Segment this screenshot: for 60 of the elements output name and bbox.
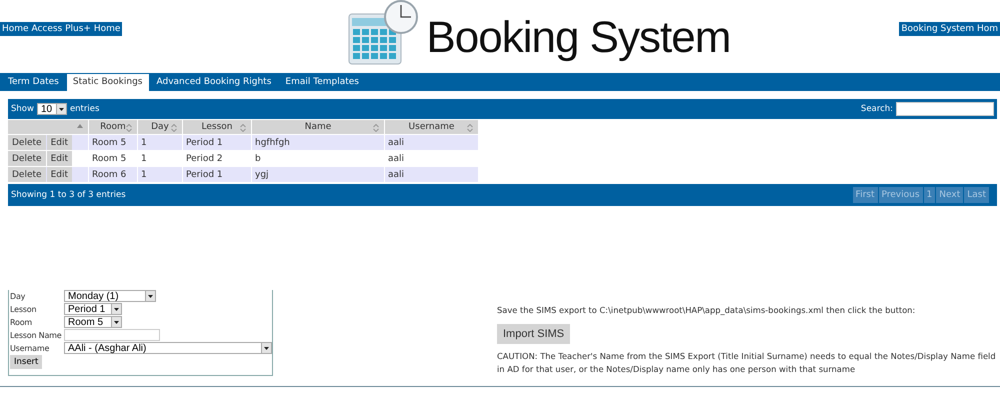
search-field[interactable]	[896, 102, 994, 116]
tab[interactable]: Static Bookings	[66, 74, 148, 91]
column-header[interactable]: Day	[138, 120, 182, 134]
table-cell: 1	[138, 135, 182, 150]
dropdown[interactable]: Room 5	[64, 316, 122, 328]
edit-button[interactable]: Edit	[46, 135, 72, 150]
entries-label: entries	[70, 104, 100, 114]
edit-button[interactable]: Edit	[46, 167, 72, 182]
search-label: Search:	[860, 104, 893, 114]
sort-icon	[126, 124, 132, 132]
page-title: Booking System	[426, 12, 730, 64]
delete-button[interactable]: Delete	[8, 167, 46, 182]
sort-icon	[467, 124, 473, 132]
tab[interactable]: Email Templates	[279, 74, 365, 91]
table-cell: aali	[385, 135, 478, 150]
dropdown-arrow-icon	[261, 343, 271, 353]
field-label: Day	[10, 292, 26, 300]
dropdown[interactable]: Period 1	[64, 303, 122, 315]
column-header[interactable]: Room	[89, 120, 137, 134]
import-button[interactable]: Import SIMS	[497, 324, 570, 344]
table-cell: 1	[138, 167, 182, 182]
delete-button[interactable]: Delete	[8, 151, 46, 166]
insert-button[interactable]: Insert	[10, 355, 42, 369]
dropdown[interactable]: Monday (1)	[64, 290, 156, 302]
dropdown-arrow-icon	[111, 304, 121, 314]
field-label: Room	[10, 318, 33, 326]
delete-button[interactable]: Delete	[8, 135, 46, 150]
show-label: Show	[11, 104, 34, 114]
field-label: Lesson	[10, 304, 38, 314]
column-header[interactable]	[8, 120, 88, 134]
input-field[interactable]	[64, 329, 160, 341]
table-cell: Period 1	[183, 167, 251, 182]
dropdown-arrow-icon	[56, 104, 66, 114]
field-label: Lesson Name	[10, 330, 62, 340]
table-cell: ygj	[252, 167, 384, 182]
home-link[interactable]: Home Access Plus+ Home	[0, 22, 122, 36]
dropdown[interactable]: AAli - (Asghar Ali)	[64, 342, 272, 354]
column-header[interactable]: Name	[252, 120, 384, 134]
instruction-text: Save the SIMS export to C:\inetpub\wwwroot\HAP\app_data\sims-bookings.xml then click the button:	[497, 304, 916, 317]
sort-icon	[373, 124, 379, 132]
tab[interactable]: Term Dates	[2, 74, 65, 91]
tab[interactable]: Advanced Booking Rights	[150, 74, 278, 91]
table-cell: aali	[385, 167, 478, 182]
booking-home-link[interactable]: Booking System Hom	[899, 22, 1000, 36]
table-cell: hgfhfgh	[252, 135, 384, 150]
sort-ascending-icon	[77, 124, 83, 128]
column-header[interactable]: Lesson	[183, 120, 251, 134]
entries-select[interactable]: 10	[36, 103, 67, 115]
table-cell: Room 5	[89, 135, 137, 150]
sort-icon	[171, 124, 177, 132]
table-cell: Room 6	[89, 167, 137, 182]
table-info: Showing 1 to 3 of 3 entries	[11, 190, 126, 200]
dropdown-arrow-icon	[111, 317, 121, 327]
table-cell: Period 1	[183, 135, 251, 150]
column-header[interactable]: Username	[385, 120, 478, 134]
caution-text: CAUTION: The Teacher's Name from the SIMS Export (Title Initial Surname) needs to equal the Notes/Display Name field in AD for that user, or the Notes/Display name only has one person with that surname	[497, 350, 997, 376]
sort-icon	[240, 124, 246, 132]
dropdown-arrow-icon	[145, 291, 155, 301]
edit-button[interactable]: Edit	[46, 151, 72, 166]
field-label: Username	[10, 344, 50, 352]
